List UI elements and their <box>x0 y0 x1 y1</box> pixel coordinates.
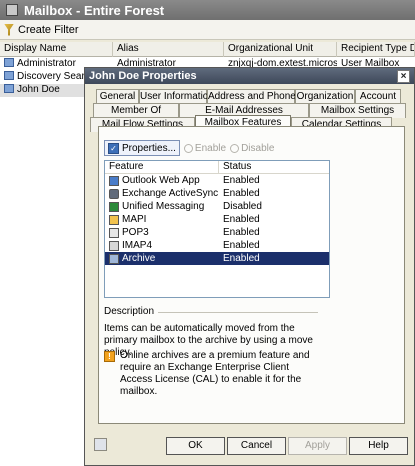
enable-button[interactable]: Enable <box>183 143 226 154</box>
warning-text: Online archives are a premium feature an… <box>120 350 310 397</box>
create-filter-button[interactable]: Create Filter <box>18 24 79 36</box>
list-item-selected[interactable]: Archive Enabled <box>105 252 329 265</box>
tab-user-information[interactable]: User Information <box>139 89 214 104</box>
feature-list-header: Feature Status <box>105 161 329 174</box>
pop3-icon <box>109 227 119 238</box>
column-recipient-type[interactable]: Recipient Type Deta <box>337 42 415 57</box>
properties-button[interactable]: ✓ Properties... <box>104 140 180 156</box>
enable-icon <box>183 143 193 153</box>
list-item[interactable]: POP3 Enabled <box>105 226 329 239</box>
tab-organization[interactable]: Organization <box>295 89 355 104</box>
cal-warning: ! Online archives are a premium feature … <box>104 350 318 398</box>
mapi-icon <box>109 214 119 225</box>
mailbox-icon <box>6 4 18 16</box>
list-item[interactable]: Exchange ActiveSync Enabled <box>105 187 329 200</box>
feature-toolbar: ✓ Properties... Enable Disable <box>104 140 274 156</box>
cancel-button[interactable]: Cancel <box>227 437 286 455</box>
help-shortcut-icon[interactable] <box>94 438 107 451</box>
owa-icon <box>109 175 119 186</box>
user-mailbox-icon <box>4 58 14 67</box>
console-title: Mailbox - Entire Forest <box>24 2 165 18</box>
user-mailbox-icon <box>4 84 14 93</box>
list-item[interactable]: Unified Messaging Disabled <box>105 200 329 213</box>
tab-mailbox-settings[interactable]: Mailbox Settings <box>309 103 406 118</box>
tab-address-and-phone[interactable]: Address and Phone <box>207 89 296 104</box>
imap4-icon <box>109 240 119 251</box>
apply-button[interactable]: Apply <box>288 437 347 455</box>
properties-icon: ✓ <box>108 142 119 154</box>
recipient-list-header: Display Name Alias Organizational Unit R… <box>0 42 415 57</box>
column-display-name[interactable]: Display Name <box>0 42 113 57</box>
dialog-title: John Doe Properties <box>89 70 197 82</box>
disable-button[interactable]: Disable <box>230 143 274 154</box>
disable-icon <box>230 143 240 153</box>
console-toolbar: Create Filter <box>0 20 415 40</box>
column-status[interactable]: Status <box>219 161 329 174</box>
activesync-icon <box>109 188 119 199</box>
column-organizational-unit[interactable]: Organizational Unit <box>224 42 337 57</box>
tab-row-1: General User Information Address and Pho… <box>96 89 401 104</box>
tab-member-of[interactable]: Member Of <box>93 103 179 118</box>
column-alias[interactable]: Alias <box>113 42 224 57</box>
help-button[interactable]: Help <box>349 437 408 455</box>
tab-general[interactable]: General <box>96 89 139 104</box>
filter-icon <box>4 23 14 36</box>
dialog-title-bar: John Doe Properties × <box>85 68 414 84</box>
console-title-bar: Mailbox - Entire Forest <box>0 0 415 20</box>
list-item[interactable]: Outlook Web App Enabled <box>105 174 329 187</box>
feature-list: Feature Status Outlook Web App Enabled E… <box>104 160 330 298</box>
list-item[interactable]: IMAP4 Enabled <box>105 239 329 252</box>
ok-button[interactable]: OK <box>166 437 225 455</box>
warning-icon: ! <box>104 351 115 362</box>
column-feature[interactable]: Feature <box>105 161 219 174</box>
tab-account[interactable]: Account <box>355 89 401 104</box>
archive-icon <box>109 253 119 264</box>
unified-messaging-icon <box>109 201 119 212</box>
user-mailbox-icon <box>4 71 14 80</box>
close-icon[interactable]: × <box>397 69 410 83</box>
description-divider <box>158 312 318 313</box>
list-item[interactable]: MAPI Enabled <box>105 213 329 226</box>
description-label: Description <box>104 306 155 317</box>
